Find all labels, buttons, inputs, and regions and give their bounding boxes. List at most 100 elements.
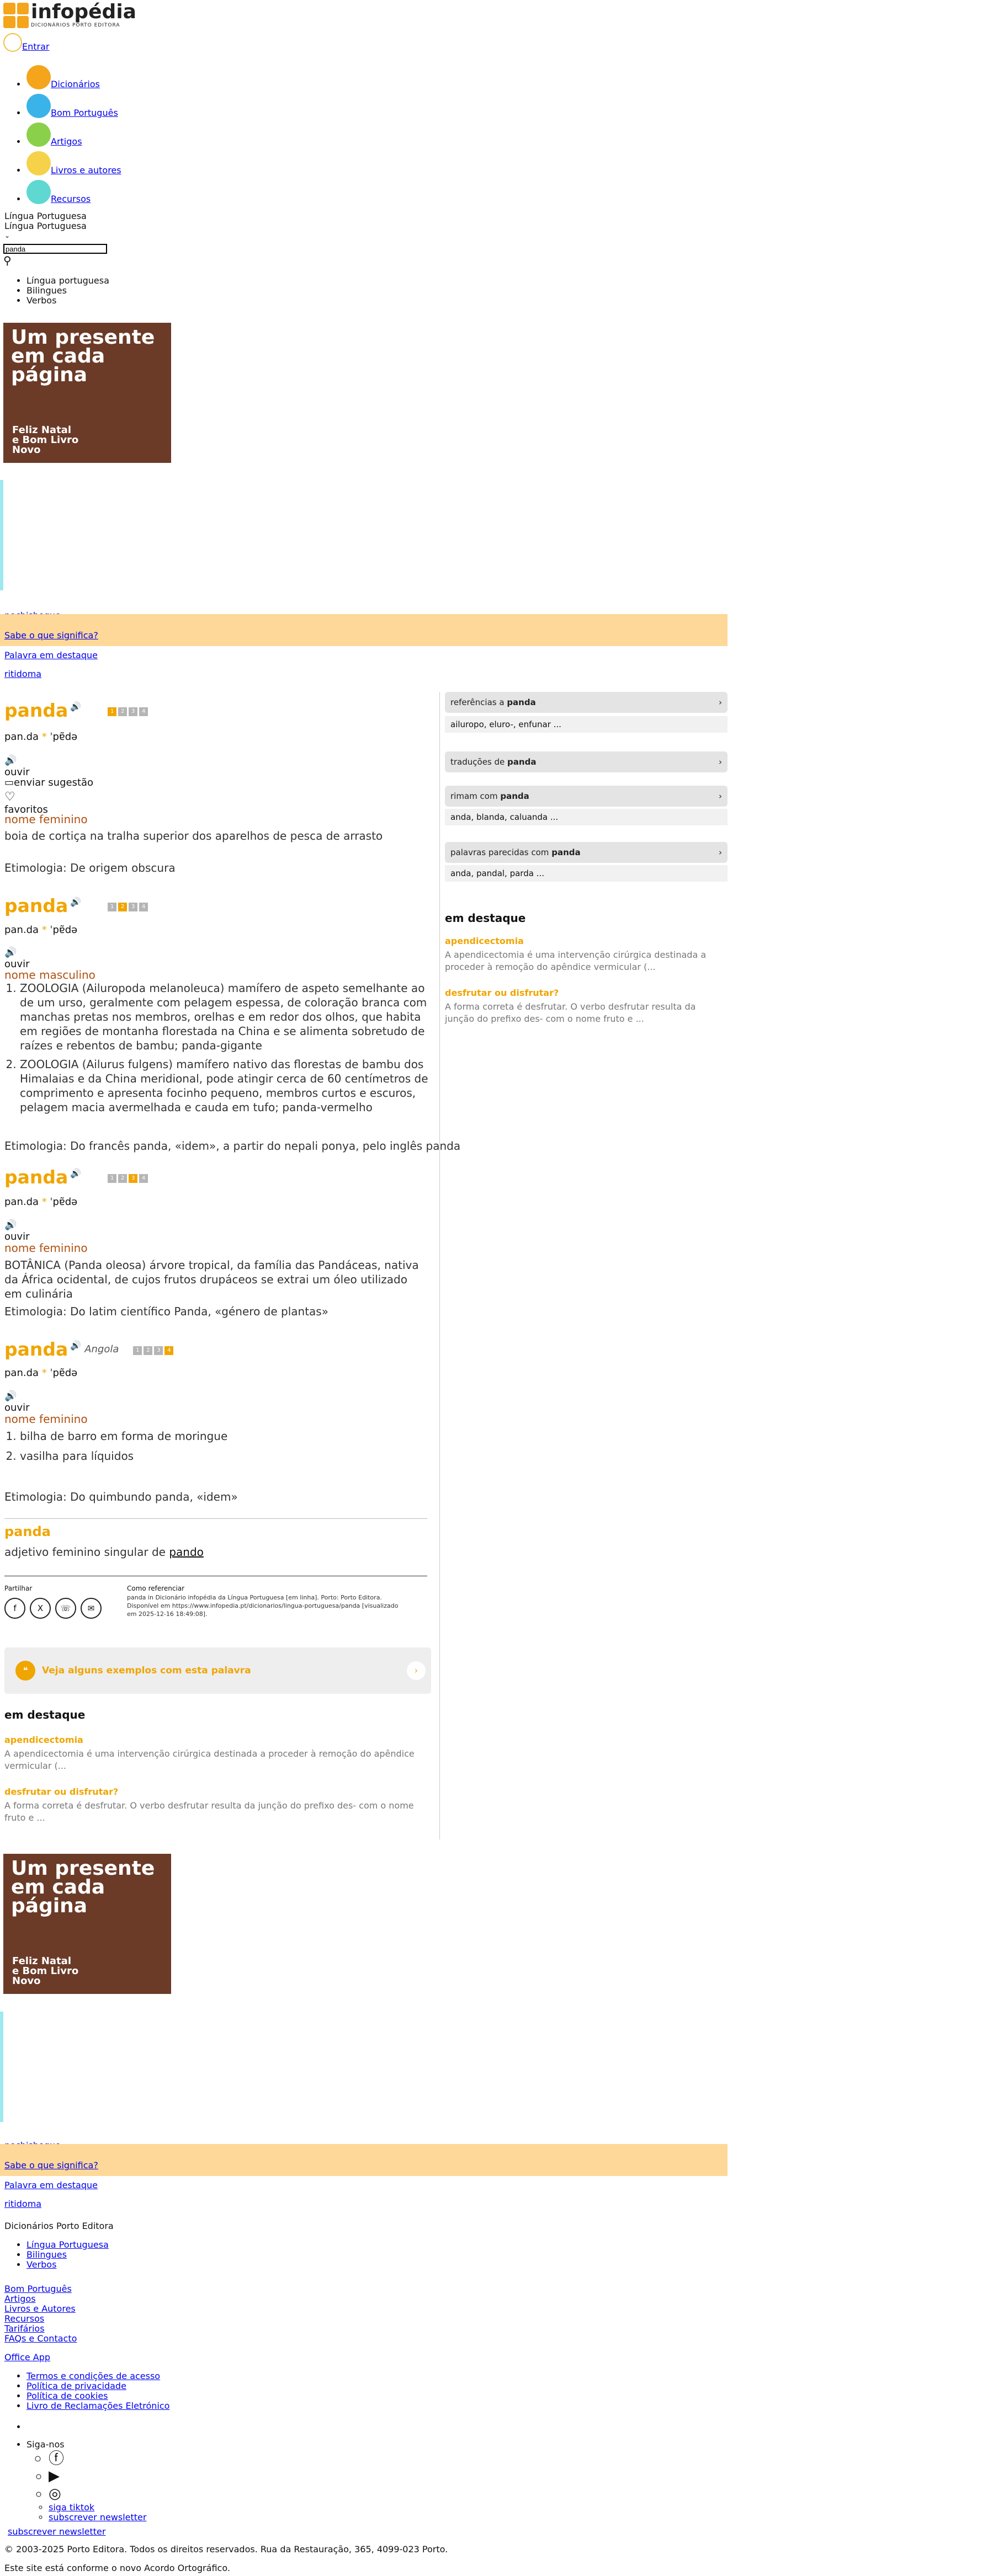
listen-button[interactable]: 🔊 ouvir	[4, 755, 29, 778]
destaque-item-title[interactable]: apendicectomia	[4, 1735, 83, 1745]
nav-label[interactable]: Bom Português	[51, 108, 118, 118]
destaque-item-title[interactable]: desfrutar ou disfrutar?	[445, 988, 559, 998]
similar-links[interactable]: anda, pandal, parda ...	[445, 865, 728, 882]
book-icon	[26, 151, 51, 175]
quote-icon: ❝	[15, 1661, 35, 1681]
listen-button[interactable]: 🔊 ouvir	[4, 1390, 29, 1414]
entry-tab[interactable]: 4	[139, 903, 148, 911]
entry-tab[interactable]: 3	[129, 707, 138, 716]
speaker-icon[interactable]: 🔊	[70, 701, 81, 712]
favorites-button[interactable]: ♡ favoritos	[4, 790, 48, 815]
logo[interactable]: infopédia DICIONÁRIOS PORTO EDITORA	[3, 2, 136, 28]
chevron-right-icon[interactable]: ›	[407, 1661, 426, 1680]
legal-link[interactable]: Política de cookies	[26, 2391, 108, 2401]
login[interactable]: Entrar	[3, 33, 49, 52]
nav-item-artigos[interactable]: Artigos	[26, 122, 121, 147]
footer-link[interactable]: Verbos	[26, 2259, 56, 2270]
entry-tab[interactable]: 3	[129, 903, 138, 911]
entry-tab[interactable]: 4	[139, 1174, 148, 1183]
listen-button[interactable]: 🔊 ouvir	[4, 947, 29, 970]
nav-label[interactable]: Artigos	[51, 136, 82, 147]
tiktok-link[interactable]: siga tiktok	[49, 2502, 94, 2513]
nav-label[interactable]: Dicionários	[51, 79, 100, 89]
similar-box[interactable]: palavras parecidas com panda ›	[445, 842, 728, 863]
entry-tab[interactable]: 3	[154, 1346, 163, 1355]
examples-box[interactable]: ❝ Veja alguns exemplos com esta palavra …	[4, 1647, 431, 1694]
footer-link[interactable]: Recursos	[4, 2313, 44, 2324]
rhymes-box[interactable]: rimam com panda ›	[445, 786, 728, 807]
resources-icon	[26, 180, 51, 204]
entry-tab[interactable]: 2	[118, 903, 128, 911]
suggest-button[interactable]: ▭enviar sugestão	[4, 777, 93, 788]
refs-box[interactable]: referências a panda ›	[445, 692, 728, 713]
instagram-icon[interactable]: ◎	[49, 2485, 146, 2503]
nav-item-recursos[interactable]: Recursos	[26, 180, 121, 204]
menu-item[interactable]: Bilingues	[26, 286, 109, 296]
footer-link[interactable]: Língua Portuguesa	[26, 2239, 109, 2250]
legal-link[interactable]: Política de privacidade	[26, 2381, 126, 2391]
footer-link[interactable]: Tarifários	[4, 2323, 45, 2334]
destaque-title: em destaque	[4, 1708, 86, 1721]
nav-item-livros[interactable]: Livros e autores	[26, 151, 121, 175]
search-icon[interactable]: ⚲	[3, 254, 12, 267]
word-of-day-link[interactable]: Palavra em destaque	[4, 650, 98, 660]
know-banner	[0, 2144, 728, 2176]
x-icon[interactable]: X	[30, 1598, 51, 1619]
entry-tab[interactable]: 3	[129, 1174, 138, 1183]
rhymes-links[interactable]: anda, blanda, caluanda ...	[445, 809, 728, 825]
legal-link[interactable]: Livro de Reclamações Eletrónico	[26, 2401, 169, 2411]
promo-banner[interactable]: Um presente em cada página Feliz Natal e Bo…	[3, 323, 171, 463]
nav-item-dicionarios[interactable]: Dicionários	[26, 65, 121, 89]
entry-tab[interactable]: 2	[144, 1346, 153, 1355]
whatsapp-icon[interactable]: ☏	[55, 1598, 76, 1619]
footer-link[interactable]: Artigos	[4, 2294, 36, 2304]
newsletter-link[interactable]: subscrever newsletter	[49, 2512, 146, 2522]
destaque-item-title[interactable]: desfrutar ou disfrutar?	[4, 1786, 118, 1797]
speaker-icon[interactable]: 🔊	[70, 897, 81, 907]
newsletter-link[interactable]: subscrever newsletter	[8, 2527, 105, 2537]
facebook-icon[interactable]: f	[4, 1598, 25, 1619]
facebook-icon[interactable]: ⓕ	[49, 2450, 146, 2467]
word-link[interactable]: ritidoma	[4, 2199, 41, 2209]
heart-icon: ♡	[4, 790, 15, 804]
nav-label[interactable]: Recursos	[51, 194, 91, 204]
speaker-icon[interactable]: 🔊	[70, 1340, 81, 1351]
search-input[interactable]	[3, 244, 107, 254]
legal-link[interactable]: Termos e condições de acesso	[26, 2371, 160, 2381]
entry-tab[interactable]: 1	[108, 707, 117, 716]
refs-links[interactable]: ailuropo, eluro-, enfunar ...	[445, 716, 728, 733]
footer-link[interactable]: Bom Português	[4, 2284, 72, 2294]
entry-tab[interactable]: 4	[164, 1346, 174, 1355]
menu-item[interactable]: Língua portuguesa	[26, 276, 109, 286]
entry-tab[interactable]: 1	[133, 1346, 142, 1355]
chevron-down-icon[interactable]: ⌄	[4, 232, 10, 239]
know-link[interactable]: Sabe o que significa?	[4, 2161, 98, 2170]
footer-link[interactable]: Bilingues	[26, 2249, 67, 2260]
word-link[interactable]: ritidoma	[4, 669, 41, 679]
promo-banner[interactable]: Um presente em cada página Feliz Natal e Bo…	[3, 1854, 171, 1994]
destaque-item-text: A forma correta é desfrutar. O verbo des…	[445, 1001, 696, 1024]
grammar-class: nome masculino	[4, 968, 95, 982]
listen-button[interactable]: 🔊 ouvir	[4, 1219, 29, 1242]
speaker-icon[interactable]: 🔊	[70, 1168, 81, 1178]
nav-item-bom-portugues[interactable]: Bom Português	[26, 94, 121, 118]
dictionary-select[interactable]: Língua Portuguesa	[4, 211, 87, 221]
word-of-day-link[interactable]: Palavra em destaque	[4, 2180, 98, 2190]
login-link[interactable]: Entrar	[22, 42, 49, 52]
destaque-item-title[interactable]: apendicectomia	[445, 936, 524, 946]
nav-label[interactable]: Livros e autores	[51, 165, 121, 175]
youtube-icon[interactable]: ▶	[49, 2467, 146, 2485]
entry-tab[interactable]: 1	[108, 1174, 117, 1183]
know-link[interactable]: Sabe o que significa?	[4, 631, 98, 641]
translations-box[interactable]: traduções de panda ›	[445, 751, 728, 772]
entry-tab[interactable]: 2	[118, 1174, 128, 1183]
entry-tab[interactable]: 4	[139, 707, 148, 716]
footer-link[interactable]: Livros e Autores	[4, 2303, 76, 2314]
office-app-link[interactable]: Office App	[4, 2353, 50, 2362]
email-icon[interactable]: ✉	[81, 1598, 102, 1619]
inflection-link[interactable]: pando	[169, 1545, 204, 1559]
entry-tab[interactable]: 2	[118, 707, 128, 716]
footer-link[interactable]: FAQs e Contacto	[4, 2333, 77, 2344]
menu-item[interactable]: Verbos	[26, 296, 109, 306]
entry-tab[interactable]: 1	[108, 903, 117, 911]
